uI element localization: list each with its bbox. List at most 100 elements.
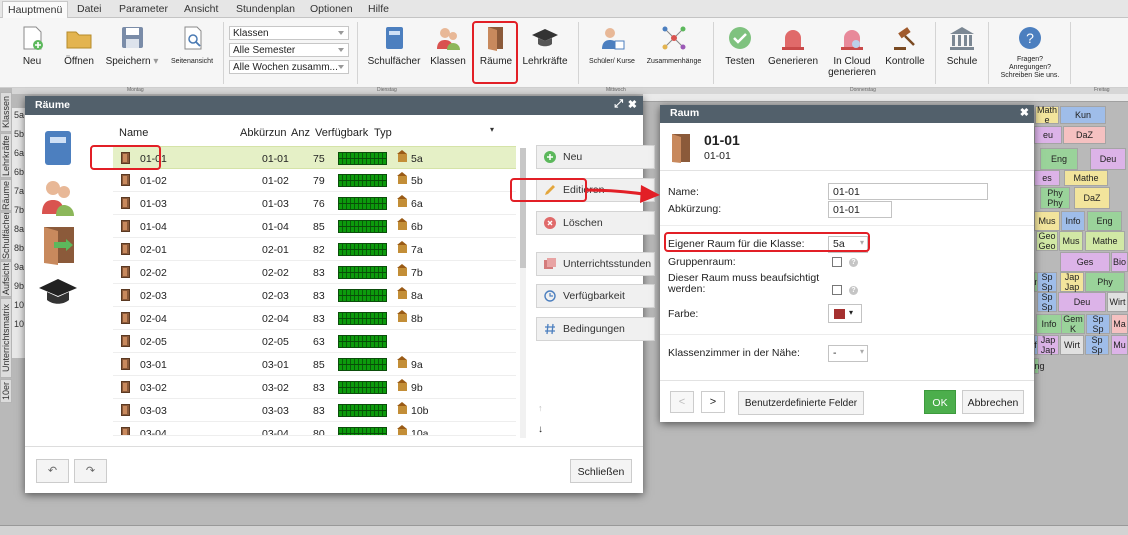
tab-raeume[interactable]: Räume (0, 179, 12, 211)
room-row[interactable]: 02-03 02-03 83 8a (113, 284, 516, 307)
col-header-abbr[interactable]: Abkürzun (240, 127, 286, 139)
lesson-cell[interactable]: Sp Sp (1037, 292, 1057, 312)
subjects-category-icon[interactable] (43, 129, 73, 167)
room-row[interactable]: 03-01 03-01 85 9a (113, 353, 516, 376)
tab-schulfaecher[interactable]: Schulfächer (0, 212, 12, 260)
lesson-cell[interactable]: Phy Phy (1040, 187, 1070, 209)
close-icon[interactable]: ✖ (628, 98, 637, 111)
lesson-cell[interactable]: Mathe (1064, 170, 1108, 186)
class-row-label[interactable]: 10 (14, 300, 24, 310)
lesson-cell[interactable]: es (1034, 170, 1060, 186)
save-button[interactable]: Speichern ▾ (103, 24, 161, 67)
conditions-button[interactable]: Bedingungen (536, 317, 655, 341)
room-row[interactable]: 03-03 03-03 83 10b (113, 399, 516, 422)
room-row[interactable]: 01-01 01-01 75 5a (113, 146, 516, 169)
class-row-label[interactable]: 7a (14, 186, 24, 196)
class-row-label[interactable]: 9a (14, 262, 24, 272)
menu-datei[interactable]: Datei (77, 3, 102, 15)
room-row[interactable]: 03-02 03-02 83 9b (113, 376, 516, 399)
tab-10er[interactable]: 10er (0, 379, 12, 403)
group-room-help-icon[interactable]: ? (849, 258, 858, 267)
lesson-cell[interactable]: Bio (1111, 252, 1128, 272)
custom-fields-button[interactable]: Benutzerdefinierte Felder (738, 391, 864, 415)
lesson-cell[interactable]: Sp Sp (1037, 272, 1057, 292)
lesson-cell[interactable]: Eng (1087, 211, 1122, 231)
menu-hilfe[interactable]: Hilfe (368, 3, 389, 15)
chevron-down-icon[interactable]: ▾ (151, 56, 158, 67)
generate-button[interactable]: Generieren (765, 24, 821, 67)
maximize-icon[interactable]: ⤢ (614, 98, 623, 111)
menu-stundenplan[interactable]: Stundenplan (236, 3, 295, 15)
feedback-button[interactable]: ? Fragen? Anregungen? Schreiben Sie uns. (995, 24, 1065, 80)
lesson-cell[interactable]: Mathe (1035, 105, 1059, 125)
school-button[interactable]: Schule (942, 24, 982, 67)
lesson-cell[interactable]: Info (1061, 211, 1085, 231)
name-input[interactable]: 01-01 (828, 183, 988, 200)
class-row-label[interactable]: 8a (14, 224, 24, 234)
lesson-cell[interactable]: Geo Geo (1036, 231, 1058, 251)
room-row[interactable]: 01-02 01-02 79 5b (113, 169, 516, 192)
lesson-cell[interactable]: Mus (1059, 231, 1083, 251)
availability-button[interactable]: Verfügbarkeit (536, 284, 655, 308)
class-row-label[interactable]: 10 (14, 319, 24, 329)
lesson-cell[interactable]: Deu (1058, 292, 1106, 312)
open-button[interactable]: Öffnen (60, 24, 98, 67)
delete-room-button[interactable]: Löschen (536, 211, 655, 235)
menu-parameter[interactable]: Parameter (119, 3, 168, 15)
lesson-cell[interactable]: Mathe (1085, 231, 1125, 251)
ok-button[interactable]: OK (924, 390, 956, 414)
tab-lehrkraefte[interactable]: Lehrkräfte (0, 133, 12, 178)
new-button[interactable]: Neu (14, 24, 50, 67)
redo-button[interactable]: ↷ (74, 459, 107, 483)
group-room-checkbox[interactable] (832, 257, 842, 267)
view-type-select[interactable]: Klassen (229, 26, 349, 40)
lesson-cell[interactable]: Wirt (1060, 335, 1084, 355)
room-row[interactable]: 01-03 01-03 76 6a (113, 192, 516, 215)
class-row-label[interactable]: 8b (14, 243, 24, 253)
lesson-cell[interactable]: Mu (1111, 335, 1128, 355)
students-courses-button[interactable]: Schüler/ Kurse (585, 24, 639, 67)
room-row[interactable]: 03-04 03-04 80 10a (113, 422, 516, 436)
control-button[interactable]: Kontrolle (882, 24, 928, 67)
relations-button[interactable]: Zusammenhänge (644, 24, 704, 67)
supervised-help-icon[interactable]: ? (849, 286, 858, 295)
col-header-availability[interactable]: Verfügbark (315, 127, 368, 139)
rooms-category-icon[interactable] (42, 225, 76, 265)
abbreviation-input[interactable]: 01-01 (828, 201, 892, 218)
close-button[interactable]: Schließen (570, 459, 632, 483)
room-dialog-close-icon[interactable]: ✖ (1020, 106, 1029, 119)
nearby-classroom-select[interactable]: - ▾ (828, 345, 868, 362)
cancel-button[interactable]: Abbrechen (962, 390, 1024, 414)
menu-ansicht[interactable]: Ansicht (184, 3, 218, 15)
menu-optionen[interactable]: Optionen (310, 3, 353, 15)
test-button[interactable]: Testen (721, 24, 759, 67)
room-row[interactable]: 02-01 02-01 82 7a (113, 238, 516, 261)
move-up-icon[interactable]: ↑ (538, 403, 543, 413)
lesson-cell[interactable]: Phy (1085, 272, 1125, 292)
lesson-cell[interactable]: Kun (1060, 106, 1106, 124)
supervised-checkbox[interactable] (832, 285, 842, 295)
room-row[interactable]: 02-04 02-04 83 8b (113, 307, 516, 330)
lesson-cell[interactable]: Info (1036, 314, 1062, 334)
room-row[interactable]: 02-05 02-05 63 (113, 330, 516, 353)
classes-category-icon[interactable] (40, 178, 76, 216)
weeks-select[interactable]: Alle Wochen zusamm... (229, 60, 349, 74)
tab-unterrichtsmatrix[interactable]: Unterrichtsmatrix (0, 298, 12, 378)
col-header-count[interactable]: Anz (291, 127, 310, 139)
lesson-cell[interactable]: Sp Sp (1085, 335, 1109, 355)
teachers-button[interactable]: Lehrkräfte (521, 24, 569, 67)
lesson-cell[interactable]: Eng (1029, 358, 1045, 374)
lesson-cell[interactable]: Jap Jap (1060, 272, 1084, 292)
class-row-label[interactable]: 5a (14, 110, 24, 120)
column-menu-icon[interactable]: ▾ (490, 125, 494, 134)
color-picker[interactable]: ▾ (828, 304, 862, 323)
next-button[interactable]: > (701, 391, 725, 413)
col-header-type[interactable]: Typ (374, 127, 392, 139)
lesson-cell[interactable]: Mus (1034, 211, 1060, 231)
undo-button[interactable]: ↶ (36, 459, 69, 483)
scrollbar-thumb[interactable] (520, 148, 526, 268)
class-row-label[interactable]: 6a (14, 148, 24, 158)
class-row-label[interactable]: 6b (14, 167, 24, 177)
class-row-label[interactable]: 5b (14, 129, 24, 139)
tab-aufsicht[interactable]: Aufsicht (0, 261, 12, 297)
